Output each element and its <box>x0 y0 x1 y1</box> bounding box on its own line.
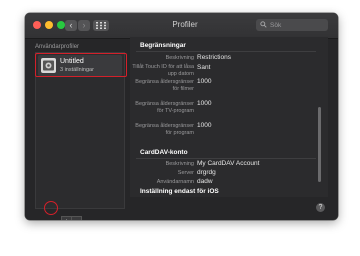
chevron-right-icon: › <box>82 20 86 30</box>
details-scrollbar[interactable] <box>318 107 321 182</box>
row-key-username: Användarnamn <box>156 179 194 185</box>
search-field[interactable] <box>256 19 328 31</box>
row-key-server: Server <box>177 170 194 176</box>
search-input[interactable] <box>270 19 325 31</box>
remove-button-annotation <box>44 201 58 215</box>
selection-highlight-annotation <box>35 53 127 77</box>
help-button[interactable]: ? <box>316 203 325 212</box>
row-key-movie-ratings: Begränsa åldersgränser för filmer <box>135 79 194 92</box>
search-icon <box>260 21 267 28</box>
row-value-app-ratings: 1000 <box>197 122 212 129</box>
row-value-server: drgrdg <box>197 169 216 176</box>
section-title-carddav: CardDAV-konto <box>140 149 188 156</box>
section-divider <box>136 158 316 159</box>
remove-profile-button[interactable]: − <box>71 216 82 220</box>
section-title-ios-only: Inställning endast för iOS <box>140 188 219 195</box>
row-key-app-ratings: Begränsa åldersgränser för program <box>135 123 194 136</box>
row-value-movie-ratings: 1000 <box>197 78 212 85</box>
grid-icon <box>96 22 106 29</box>
row-value-carddav-description: My CardDAV Account <box>197 160 260 167</box>
forward-button[interactable]: › <box>78 20 90 31</box>
profile-details-pane: Begränsningar Beskrivning Restrictions T… <box>130 37 328 197</box>
row-key-touch-id: Tillåt Touch ID för att låsa upp datorn <box>132 64 194 77</box>
close-window-button[interactable] <box>33 21 41 29</box>
row-key-description: Beskrivning <box>165 55 194 61</box>
row-value-description: Restrictions <box>197 54 231 61</box>
zoom-window-button[interactable] <box>57 21 65 29</box>
row-key-tv-ratings: Begränsa åldersgränser för TV-program <box>135 101 194 114</box>
sidebar-heading: Användarprofiler <box>35 44 80 50</box>
section-title-restrictions: Begränsningar <box>140 42 186 49</box>
minimize-window-button[interactable] <box>45 21 53 29</box>
title-bar: ‹ › Profiler <box>25 13 338 39</box>
window-title: Profiler <box>172 20 198 29</box>
row-value-tv-ratings: 1000 <box>197 100 212 107</box>
show-all-button[interactable] <box>93 20 109 31</box>
row-value-touch-id: Sant <box>197 64 211 71</box>
section-divider <box>136 51 316 52</box>
chevron-left-icon: ‹ <box>69 20 73 30</box>
row-value-username: dadw <box>197 178 213 185</box>
back-button[interactable]: ‹ <box>65 20 77 31</box>
row-key-carddav-description: Beskrivning <box>165 161 194 167</box>
